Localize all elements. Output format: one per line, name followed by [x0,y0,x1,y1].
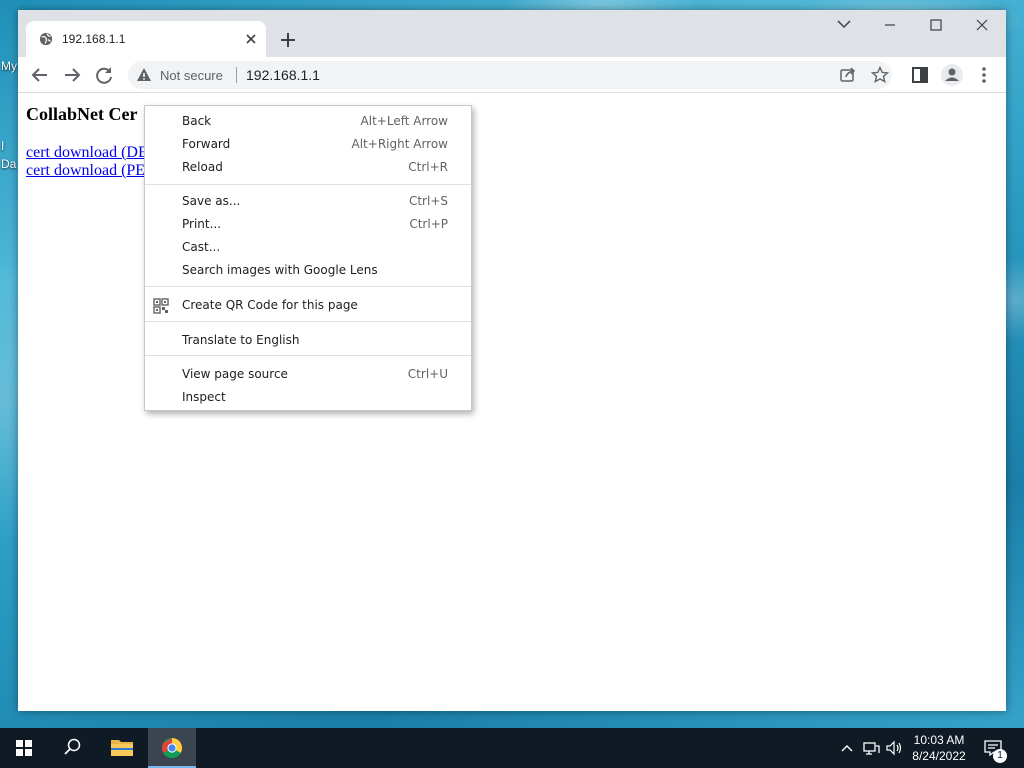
menu-item-shortcut: Ctrl+R [408,160,448,174]
browser-tab[interactable]: 192.168.1.1 [26,21,266,57]
menu-item-google-lens[interactable]: Search images with Google Lens [145,259,471,282]
tab-strip: 192.168.1.1 [18,10,1006,57]
more-menu-icon[interactable] [972,63,996,87]
page-heading: CollabNet Cer [26,104,138,124]
menu-item-shortcut: Ctrl+S [408,194,448,208]
clock-time: 10:03 AM [913,733,965,747]
globe-icon [39,32,53,46]
menu-item-label: View page source [182,367,288,381]
new-tab-button[interactable] [276,28,300,52]
menu-item-back[interactable]: Back Alt+Left Arrow [145,110,471,133]
close-window-button[interactable] [959,10,1005,40]
address-bar[interactable]: Not secure 192.168.1.1 [128,61,892,89]
menu-item-reload[interactable]: Reload Ctrl+R [145,156,471,179]
menu-item-shortcut: Ctrl+U [407,367,448,381]
tab-title: 192.168.1.1 [62,32,126,46]
menu-item-label: Create QR Code for this page [182,298,358,312]
security-status[interactable]: Not secure [160,68,223,83]
menu-item-label: Translate to English [182,333,300,347]
menu-item-label: Search images with Google Lens [182,263,378,277]
chevron-up-icon[interactable] [837,738,857,758]
clock-date: 8/24/2022 [912,749,966,763]
chrome-taskbar-button[interactable] [148,728,196,768]
side-panel-icon[interactable] [908,63,932,87]
menu-item-qr-code[interactable]: Create QR Code for this page [145,294,471,317]
qr-code-icon [153,298,169,314]
taskbar-clock[interactable]: 10:03 AM 8/24/2022 [908,732,970,764]
menu-item-label: Inspect [182,390,226,404]
menu-item-shortcut: Alt+Left Arrow [360,114,448,128]
menu-item-save-as[interactable]: Save as... Ctrl+S [145,190,471,213]
forward-button[interactable] [60,63,84,87]
menu-item-label: Back [182,114,212,128]
menu-item-label: Reload [182,160,223,174]
menu-item-label: Print... [182,217,222,231]
tab-search-button[interactable] [821,10,867,40]
desktop-icon-label[interactable]: Da [1,157,19,171]
search-icon[interactable] [48,728,96,768]
url-text[interactable]: 192.168.1.1 [246,67,320,83]
file-explorer-icon[interactable] [98,728,146,768]
menu-separator [145,286,471,287]
menu-separator [145,355,471,356]
desktop-icon-label[interactable]: I [1,139,19,153]
menu-item-print[interactable]: Print... Ctrl+P [145,213,471,236]
menu-item-forward[interactable]: Forward Alt+Right Arrow [145,133,471,156]
context-menu: Back Alt+Left Arrow Forward Alt+Right Ar… [144,105,472,411]
menu-item-shortcut: Alt+Right Arrow [351,137,448,151]
warning-icon[interactable] [136,67,152,83]
cert-download-link[interactable]: cert download (PE [26,162,145,180]
volume-icon[interactable] [884,738,904,758]
profile-avatar[interactable] [940,63,964,87]
reload-button[interactable] [92,63,116,87]
windows-start-icon[interactable] [0,728,48,768]
maximize-button[interactable] [913,10,959,40]
menu-separator [145,184,471,185]
browser-toolbar: Not secure 192.168.1.1 [18,57,1006,93]
cert-download-link[interactable]: cert download (DE [26,144,148,162]
menu-item-inspect[interactable]: Inspect [145,386,471,409]
menu-item-label: Forward [182,137,231,151]
omnibox-divider [236,67,237,83]
taskbar: 10:03 AM 8/24/2022 1 [0,728,1024,768]
close-tab-icon[interactable] [241,29,261,49]
chrome-icon [162,738,182,758]
menu-item-label: Save as... [182,194,241,208]
menu-item-view-source[interactable]: View page source Ctrl+U [145,363,471,386]
notification-count-badge: 1 [993,749,1007,763]
menu-item-label: Cast... [182,240,221,254]
share-icon[interactable] [839,66,857,84]
bookmark-star-icon[interactable] [871,66,889,84]
back-button[interactable] [28,63,52,87]
network-icon[interactable] [861,738,881,758]
menu-item-cast[interactable]: Cast... [145,236,471,259]
menu-item-shortcut: Ctrl+P [409,217,448,231]
desktop-icon-label[interactable]: My [1,59,19,73]
menu-item-translate[interactable]: Translate to English [145,329,471,352]
menu-separator [145,321,471,322]
minimize-button[interactable] [867,10,913,40]
